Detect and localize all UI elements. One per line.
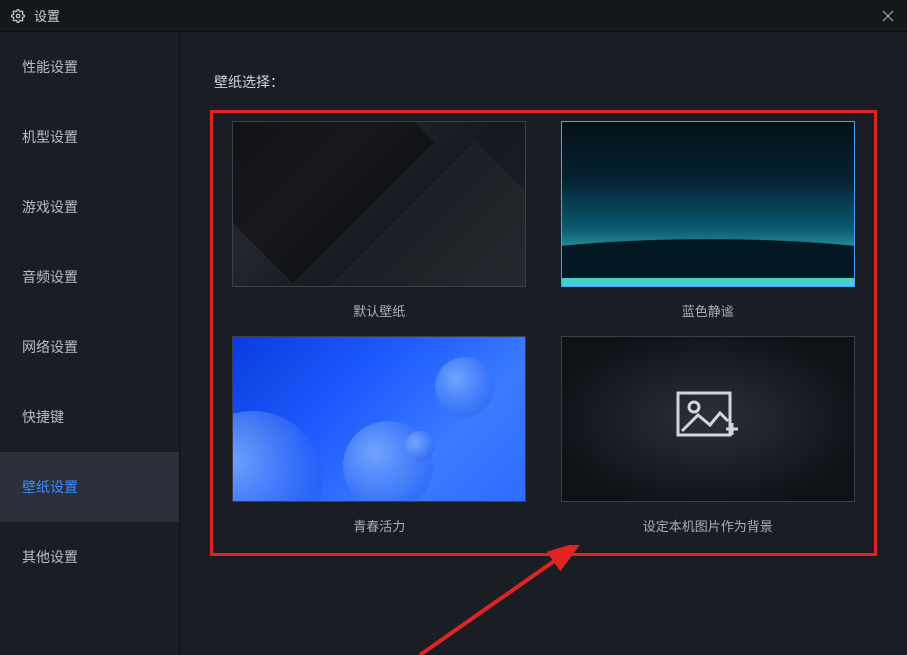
wallpaper-option-default[interactable]: 默认壁纸 — [227, 121, 532, 320]
wallpaper-thumb — [561, 121, 855, 287]
annotation-highlight-box: 默认壁纸 蓝色静谧 青春活力 — [210, 110, 877, 556]
titlebar: 设置 — [0, 0, 907, 32]
sidebar: 性能设置 机型设置 游戏设置 音频设置 网络设置 快捷键 壁纸设置 其他设置 — [0, 32, 180, 655]
wallpaper-option-blue-calm[interactable]: 蓝色静谧 — [556, 121, 861, 320]
sidebar-item-shortcuts[interactable]: 快捷键 — [0, 382, 179, 452]
wallpaper-label: 设定本机图片作为背景 — [643, 516, 773, 535]
sidebar-item-model[interactable]: 机型设置 — [0, 102, 179, 172]
wallpaper-thumb — [232, 121, 526, 287]
wallpaper-label: 蓝色静谧 — [682, 301, 734, 320]
sidebar-item-label: 快捷键 — [22, 407, 64, 427]
sidebar-item-label: 音频设置 — [22, 267, 78, 287]
section-title: 壁纸选择： — [214, 72, 877, 92]
sidebar-item-network[interactable]: 网络设置 — [0, 312, 179, 382]
window-title: 设置 — [34, 6, 60, 25]
sidebar-item-label: 游戏设置 — [22, 197, 78, 217]
wallpaper-option-youth[interactable]: 青春活力 — [227, 336, 532, 535]
sidebar-item-label: 性能设置 — [22, 57, 78, 77]
wallpaper-label: 青春活力 — [353, 516, 405, 535]
sidebar-item-audio[interactable]: 音频设置 — [0, 242, 179, 312]
wallpaper-thumb — [561, 336, 855, 502]
sidebar-item-game[interactable]: 游戏设置 — [0, 172, 179, 242]
sidebar-item-label: 机型设置 — [22, 127, 78, 147]
wallpaper-option-custom[interactable]: 设定本机图片作为背景 — [556, 336, 861, 535]
annotation-arrow-icon — [410, 545, 610, 655]
sidebar-item-wallpaper[interactable]: 壁纸设置 — [0, 452, 179, 522]
close-icon[interactable] — [879, 7, 897, 25]
main-panel: 壁纸选择： 默认壁纸 蓝色静谧 — [180, 32, 907, 655]
sidebar-item-other[interactable]: 其他设置 — [0, 522, 179, 592]
gear-icon — [10, 8, 26, 24]
wallpaper-thumb — [232, 336, 526, 502]
sidebar-item-label: 网络设置 — [22, 337, 78, 357]
image-add-icon — [676, 391, 740, 448]
wallpaper-label: 默认壁纸 — [353, 301, 405, 320]
sidebar-item-performance[interactable]: 性能设置 — [0, 32, 179, 102]
sidebar-item-label: 其他设置 — [22, 547, 78, 567]
sidebar-item-label: 壁纸设置 — [22, 477, 78, 497]
